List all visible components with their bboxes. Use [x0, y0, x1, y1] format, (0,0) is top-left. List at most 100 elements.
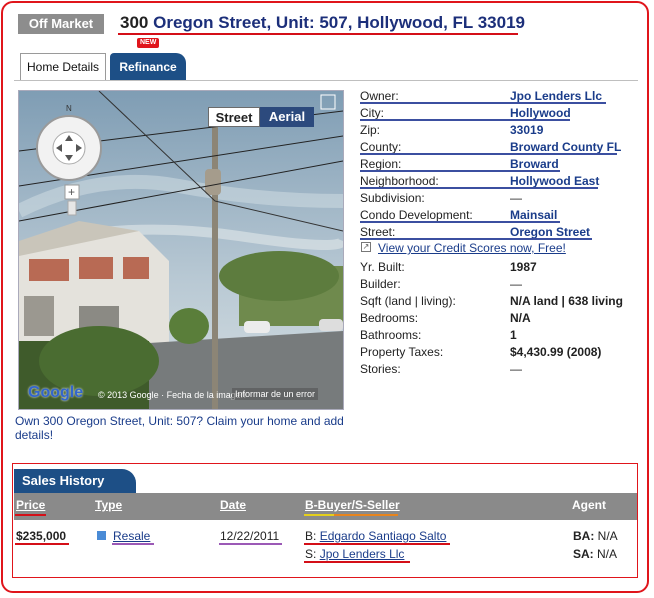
column-type[interactable]: Type: [95, 498, 122, 512]
detail-label: Property Taxes:: [360, 345, 444, 359]
zip-link[interactable]: 33019: [510, 123, 543, 137]
buyer-prefix: B:: [305, 529, 317, 543]
condo-link[interactable]: Mainsail: [510, 208, 557, 222]
street-link[interactable]: Oregon Street: [510, 225, 590, 239]
condo-underline: [360, 221, 560, 223]
detail-bedrooms: Bedrooms: N/A: [360, 311, 630, 328]
tab-home-details[interactable]: Home Details: [20, 53, 106, 80]
county-link[interactable]: Broward County FL: [510, 140, 621, 154]
buyer-name-underline: [304, 543, 450, 545]
external-link-icon: ↗: [361, 242, 371, 252]
detail-sqft: Sqft (land | living): N/A land | 638 livi…: [360, 294, 630, 311]
street-view-button[interactable]: Street: [208, 107, 260, 127]
detail-label: County:: [360, 140, 402, 154]
sa-value: N/A: [597, 547, 618, 561]
owner-underline: [360, 102, 606, 104]
region-link[interactable]: Broward: [510, 157, 559, 171]
detail-value: 1987: [510, 260, 537, 274]
sale-type: Resale: [113, 529, 150, 543]
buyer-row: B: Edgardo Santiago Salto: [305, 529, 446, 543]
seller-agent: SA: N/A: [573, 547, 617, 561]
compass-label: N: [66, 104, 72, 113]
detail-label: Bedrooms:: [360, 311, 419, 325]
credit-scores-link[interactable]: View your Credit Scores now, Free!: [378, 241, 566, 255]
seller-name-underline: [304, 561, 410, 563]
report-error-link[interactable]: Informar de un error: [232, 388, 319, 400]
sale-date: 12/22/2011: [220, 529, 280, 543]
detail-label: City:: [360, 106, 384, 120]
type-underline: [112, 543, 154, 545]
detail-builder: Builder: —: [360, 277, 630, 294]
street-view-image: N +: [19, 91, 343, 409]
seller-underline: [334, 514, 398, 516]
detail-value: —: [510, 277, 522, 291]
new-badge: NEW: [137, 38, 160, 48]
detail-value: $4,430.99 (2008): [510, 345, 602, 359]
buyer-underline: [304, 514, 334, 516]
address-number: 300: [120, 13, 149, 32]
owner-link[interactable]: Jpo Lenders Llc: [510, 89, 602, 103]
ba-value: N/A: [597, 529, 618, 543]
buyer-link[interactable]: Edgardo Santiago Salto: [320, 529, 447, 543]
price-underline: [15, 514, 46, 516]
tab-refinance[interactable]: Refinance: [110, 53, 186, 81]
address-link[interactable]: Oregon Street, Unit: 507, Hollywood, FL …: [153, 13, 525, 32]
neighborhood-underline: [360, 187, 598, 189]
seller-row: S: Jpo Lenders Llc: [305, 547, 404, 561]
street-view-map[interactable]: N +: [18, 90, 344, 410]
street-underline: [360, 238, 592, 240]
zoom-in-icon: +: [68, 185, 75, 199]
column-buyer-seller[interactable]: B-Buyer/S-Seller: [305, 498, 400, 512]
aerial-view-button[interactable]: Aerial: [260, 107, 314, 127]
column-agent: Agent: [572, 498, 606, 512]
title-underline: [118, 33, 518, 35]
detail-label: Builder:: [360, 277, 401, 291]
detail-label: Subdivision:: [360, 191, 425, 205]
detail-label: Bathrooms:: [360, 328, 422, 342]
buyer-agent: BA: N/A: [573, 529, 618, 543]
city-underline: [360, 119, 570, 121]
detail-label: Condo Development:: [360, 208, 473, 222]
detail-subdivision: Subdivision: —: [360, 191, 630, 208]
region-underline: [360, 170, 560, 172]
column-date[interactable]: Date: [220, 498, 246, 512]
detail-value: —: [510, 362, 522, 376]
detail-label: Zip:: [360, 123, 381, 137]
seller-link[interactable]: Jpo Lenders Llc: [320, 547, 405, 561]
sale-price-underline: [15, 543, 69, 545]
page-title: 300 Oregon Street, Unit: 507, Hollywood,…: [120, 13, 525, 33]
sale-type-link[interactable]: Resale: [113, 529, 150, 543]
detail-taxes: Property Taxes: $4,430.99 (2008): [360, 345, 630, 362]
detail-zip: Zip: 33019: [360, 123, 630, 140]
date-underline: [219, 543, 282, 545]
claim-home-link[interactable]: Own 300 Oregon Street, Unit: 507? Claim …: [15, 414, 345, 442]
zoom-slider[interactable]: [67, 200, 77, 216]
detail-value: —: [510, 191, 522, 205]
detail-value: N/A land | 638 living: [510, 294, 623, 308]
detail-label: Region:: [360, 157, 402, 171]
seller-prefix: S:: [305, 547, 317, 561]
map-copyright: © 2013 Google · Fecha de la imagen: [98, 390, 246, 400]
neighborhood-link[interactable]: Hollywood East: [510, 174, 599, 188]
detail-value: 1: [510, 328, 517, 342]
detail-label: Owner:: [360, 89, 399, 103]
navigation-control[interactable]: [36, 115, 102, 181]
tab-divider: [14, 80, 638, 81]
detail-label: Street:: [360, 225, 396, 239]
detail-label: Yr. Built:: [360, 260, 405, 274]
sales-history-title: Sales History: [14, 469, 136, 493]
column-price[interactable]: Price: [16, 498, 45, 512]
status-badge: Off Market: [18, 14, 104, 34]
city-link[interactable]: Hollywood: [510, 106, 571, 120]
google-logo: Google: [28, 384, 84, 401]
detail-label: Stories:: [360, 362, 401, 376]
detail-stories: Stories: —: [360, 362, 630, 379]
detail-value: N/A: [510, 311, 531, 325]
detail-label: Neighborhood:: [360, 174, 439, 188]
ba-label: BA:: [573, 529, 595, 543]
detail-year-built: Yr. Built: 1987: [360, 260, 630, 277]
sa-label: SA:: [573, 547, 594, 561]
type-swatch: [97, 531, 106, 540]
detail-bathrooms: Bathrooms: 1: [360, 328, 630, 345]
detail-label: Sqft (land | living):: [360, 294, 456, 308]
